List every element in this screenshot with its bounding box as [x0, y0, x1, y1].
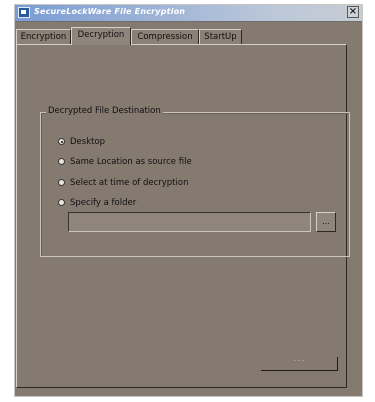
- tab-startup[interactable]: StartUp: [199, 29, 242, 44]
- destination-group-label: Decrypted File Destination: [46, 106, 163, 116]
- folder-path-field[interactable]: [68, 212, 311, 232]
- tab-encryption[interactable]: Encryption: [16, 29, 71, 44]
- bottom-action-button[interactable]: - - -: [261, 357, 338, 371]
- radio-unselected-icon[interactable]: [58, 199, 65, 206]
- radio-select-at-decryption-label: Select at time of decryption: [70, 178, 189, 188]
- radio-unselected-icon[interactable]: [58, 179, 65, 186]
- title-bar[interactable]: SecureLockWare File Encryption ×: [15, 5, 362, 22]
- browse-folder-button[interactable]: ...: [316, 212, 336, 232]
- window-title: SecureLockWare File Encryption: [34, 7, 186, 16]
- radio-unselected-icon[interactable]: [58, 158, 65, 165]
- radio-specify-folder-label: Specify a folder: [70, 198, 137, 208]
- tab-compression[interactable]: Compression: [131, 29, 199, 44]
- radio-selected-icon[interactable]: [58, 138, 65, 145]
- close-icon[interactable]: ×: [347, 6, 359, 18]
- tab-decryption[interactable]: Decryption: [71, 27, 131, 45]
- radio-desktop-label: Desktop: [70, 137, 106, 147]
- app-window-icon: [18, 7, 30, 18]
- radio-same-location-label: Same Location as source file: [70, 157, 192, 167]
